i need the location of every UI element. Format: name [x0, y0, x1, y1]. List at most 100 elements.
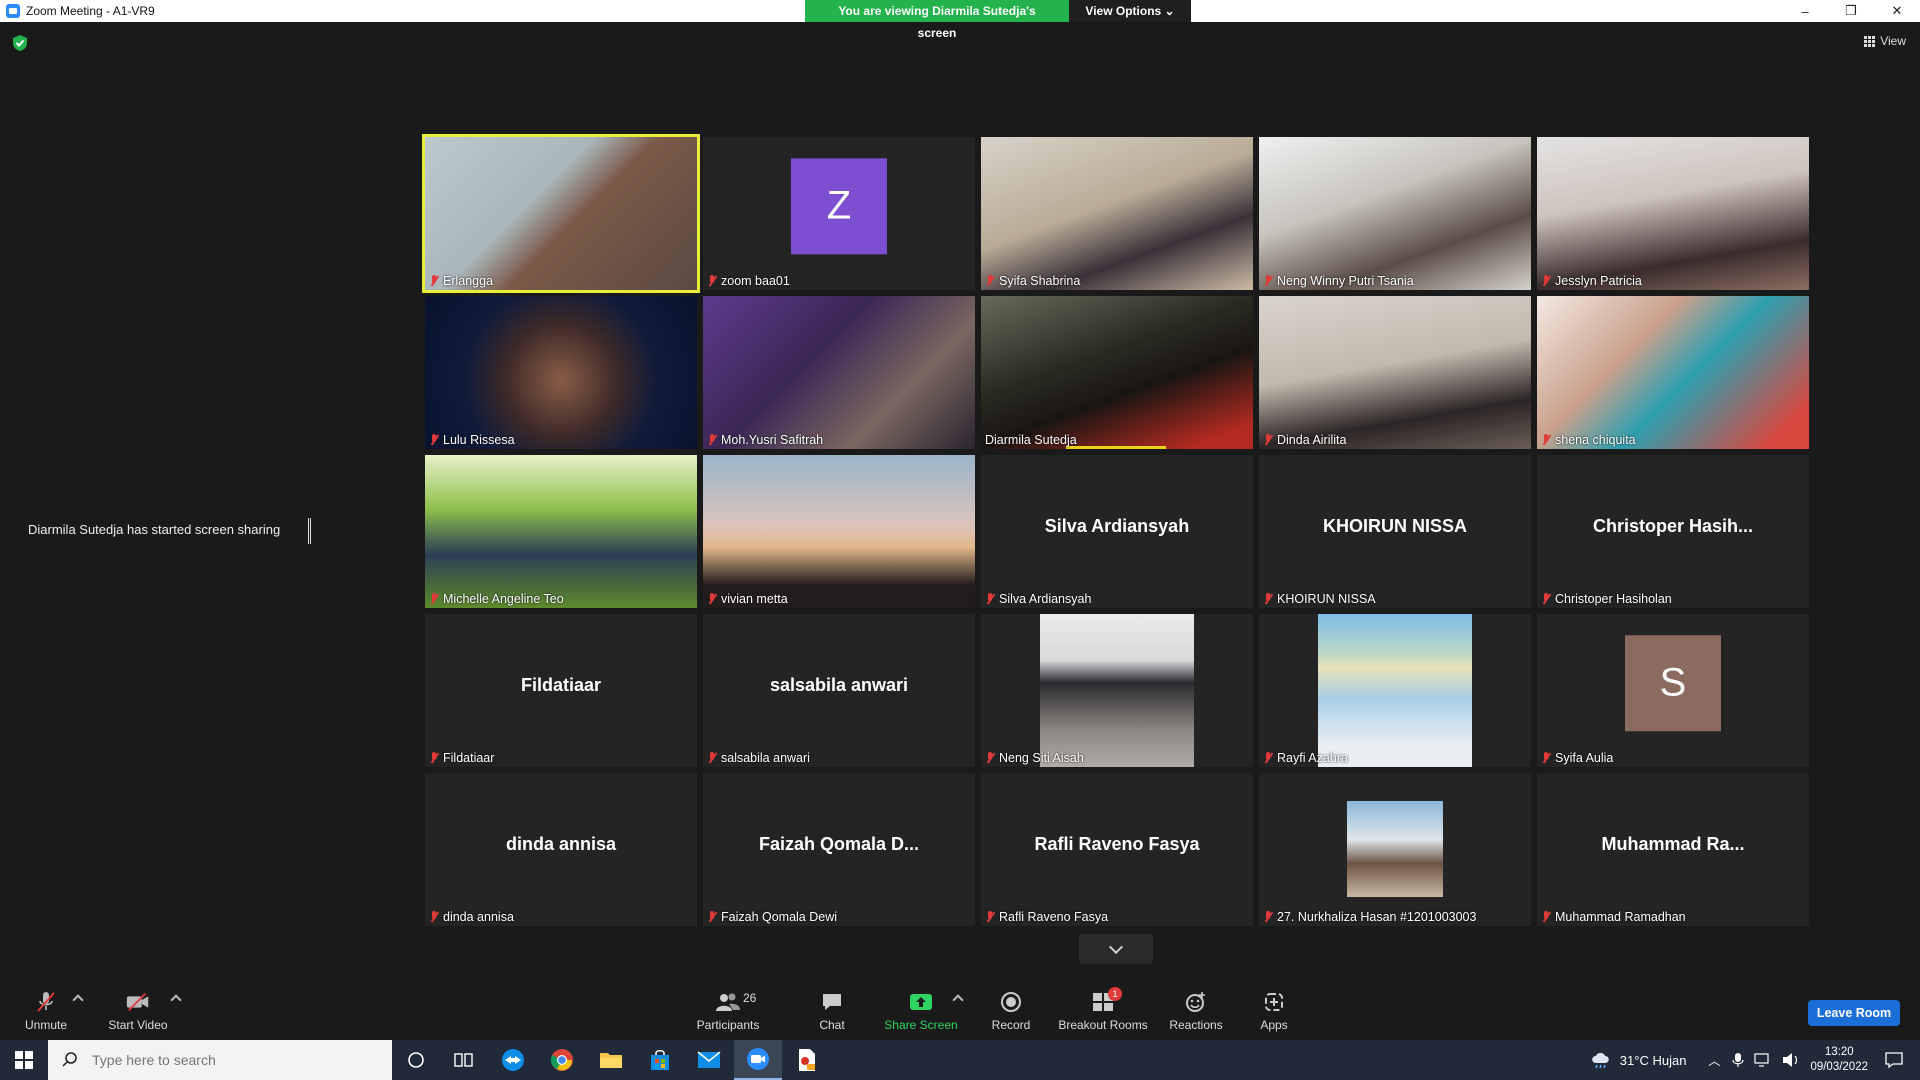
participant-name: Fildatiaar	[443, 751, 495, 765]
taskbar-app-zoom[interactable]	[734, 1040, 782, 1080]
participant-name-label: vivian metta	[707, 592, 788, 606]
record-button[interactable]: Record	[986, 982, 1036, 1040]
taskbar-search[interactable]	[48, 1040, 392, 1080]
minimize-button[interactable]: –	[1782, 0, 1828, 22]
notifications-icon[interactable]	[1884, 1051, 1904, 1069]
taskbar-app-store[interactable]	[636, 1040, 684, 1080]
view-options-button[interactable]: View Options ⌄	[1069, 0, 1191, 22]
participant-tile[interactable]: Jesslyn Patricia	[1537, 137, 1809, 290]
microphone-icon[interactable]	[1732, 1052, 1745, 1068]
participant-tile[interactable]: Lulu Rissesa	[425, 296, 697, 449]
participant-name-label: Lulu Rissesa	[429, 433, 515, 447]
participant-tile[interactable]: Fildatiaar Fildatiaar	[425, 614, 697, 767]
participant-video	[1537, 137, 1809, 290]
start-video-button[interactable]: Start Video	[105, 982, 171, 1040]
participant-name-label: Syifa Aulia	[1541, 751, 1613, 765]
breakout-rooms-button[interactable]: 1 Breakout Rooms	[1056, 982, 1150, 1040]
participant-tile[interactable]: dinda annisa dinda annisa	[425, 773, 697, 926]
participant-tile[interactable]: KHOIRUN NISSA KHOIRUN NISSA	[1259, 455, 1531, 608]
windows-start-button[interactable]	[0, 1040, 48, 1080]
participant-display-name: Muhammad Ra...	[1601, 834, 1745, 854]
participant-video	[1259, 137, 1531, 290]
participant-name-label: Dinda Airilita	[1263, 433, 1346, 447]
participant-tile[interactable]: Zzoom baa01	[703, 137, 975, 290]
participant-video	[425, 455, 697, 608]
window-controls: – ❐ ✕	[1782, 0, 1920, 22]
participant-name: zoom baa01	[721, 274, 790, 288]
taskbar-app-file-explorer[interactable]	[587, 1040, 635, 1080]
mic-muted-icon	[707, 275, 717, 287]
weather-text[interactable]: 31°C Hujan	[1620, 1053, 1687, 1068]
grid-icon	[1864, 35, 1876, 47]
screen-share-banner: You are viewing Diarmila Sutedja's scree…	[805, 0, 1191, 40]
mic-muted-icon	[985, 911, 995, 923]
participant-tile[interactable]: 27. Nurkhaliza Hasan #1201003003	[1259, 773, 1531, 926]
participant-name-label: Moh.Yusri Safitrah	[707, 433, 823, 447]
chat-button[interactable]: Chat	[808, 982, 856, 1040]
network-icon[interactable]	[1754, 1052, 1772, 1068]
participant-profile-picture	[1040, 614, 1194, 767]
participant-tile[interactable]: S Syifa Aulia	[1537, 614, 1809, 767]
participant-profile-picture	[1347, 801, 1443, 897]
gallery-view-button[interactable]: View	[1864, 34, 1906, 48]
participant-name-label: KHOIRUN NISSA	[1263, 592, 1376, 606]
reactions-button[interactable]: Reactions	[1166, 982, 1226, 1040]
cortana-button[interactable]	[392, 1040, 440, 1080]
share-screen-label: Share Screen	[884, 1017, 958, 1032]
participant-name-label: Rafli Raveno Fasya	[985, 910, 1108, 924]
participant-tile[interactable]: Christoper Hasih... Christoper Hasiholan	[1537, 455, 1809, 608]
participant-video	[703, 455, 975, 608]
window-title: Zoom Meeting - A1-VR9	[26, 4, 155, 18]
leave-room-button[interactable]: Leave Room	[1808, 1000, 1900, 1026]
participant-tile[interactable]: Rayfi Azahra	[1259, 614, 1531, 767]
participant-tile[interactable]: Diarmila Sutedja	[981, 296, 1253, 449]
participant-tile[interactable]: vivian metta	[703, 455, 975, 608]
clock-date: 09/03/2022	[1810, 1061, 1868, 1073]
participant-tile[interactable]: Muhammad Ra... Muhammad Ramadhan	[1537, 773, 1809, 926]
participant-name-label: Jesslyn Patricia	[1541, 274, 1642, 288]
mic-muted-icon	[1541, 434, 1551, 446]
apps-label: Apps	[1260, 1017, 1288, 1032]
tray-chevron-icon[interactable]: ︿	[1708, 1052, 1720, 1069]
participant-tile[interactable]: Dinda Airilita	[1259, 296, 1531, 449]
taskbar-app-document[interactable]	[783, 1040, 831, 1080]
mic-muted-icon	[707, 911, 717, 923]
taskbar-app-chrome[interactable]	[538, 1040, 586, 1080]
unmute-button[interactable]: Unmute	[22, 982, 70, 1040]
participant-name-label: Erlangga	[429, 274, 493, 288]
apps-button[interactable]: Apps	[1250, 982, 1298, 1040]
task-view-button[interactable]	[440, 1040, 488, 1080]
restore-button[interactable]: ❐	[1828, 0, 1874, 22]
participant-tile[interactable]: Faizah Qomala D... Faizah Qomala Dewi	[703, 773, 975, 926]
participants-count: 26	[743, 990, 757, 1005]
participant-tile[interactable]: Syifa Shabrina	[981, 137, 1253, 290]
participant-tile[interactable]: Silva Ardiansyah Silva Ardiansyah	[981, 455, 1253, 608]
video-options-caret[interactable]	[170, 994, 182, 1006]
gallery-next-page-button[interactable]	[1079, 934, 1153, 964]
security-shield-icon[interactable]	[12, 34, 28, 52]
participant-tile[interactable]: Erlangga	[422, 134, 700, 293]
participant-tile[interactable]: Neng Winny Putri Tsania	[1259, 137, 1531, 290]
participant-tile[interactable]: salsabila anwari salsabila anwari	[703, 614, 975, 767]
audio-options-caret[interactable]	[72, 994, 84, 1006]
participant-name: Christoper Hasiholan	[1555, 592, 1672, 606]
mic-muted-icon	[985, 752, 995, 764]
volume-icon[interactable]	[1782, 1052, 1800, 1068]
participant-tile[interactable]: Neng Siti Aisah	[981, 614, 1253, 767]
resize-handle[interactable]	[308, 518, 311, 544]
participant-name-label: salsabila anwari	[707, 751, 810, 765]
close-button[interactable]: ✕	[1874, 0, 1920, 22]
participant-tile[interactable]: Michelle Angeline Teo	[425, 455, 697, 608]
taskbar-clock[interactable]: 13:20 09/03/2022	[1810, 1045, 1868, 1075]
participants-button[interactable]: 26 Participants	[692, 982, 764, 1040]
share-screen-button[interactable]: Share Screen	[881, 982, 961, 1040]
taskbar-app-mail[interactable]	[685, 1040, 733, 1080]
search-input[interactable]	[92, 1052, 352, 1068]
participant-tile[interactable]: shena chiquita	[1537, 296, 1809, 449]
participant-tile[interactable]: Moh.Yusri Safitrah	[703, 296, 975, 449]
participant-name-label: shena chiquita	[1541, 433, 1636, 447]
participant-tile[interactable]: Rafli Raveno Fasya Rafli Raveno Fasya	[981, 773, 1253, 926]
taskbar-app-teamviewer[interactable]	[489, 1040, 537, 1080]
participant-name: salsabila anwari	[721, 751, 810, 765]
participant-name: Muhammad Ramadhan	[1555, 910, 1686, 924]
